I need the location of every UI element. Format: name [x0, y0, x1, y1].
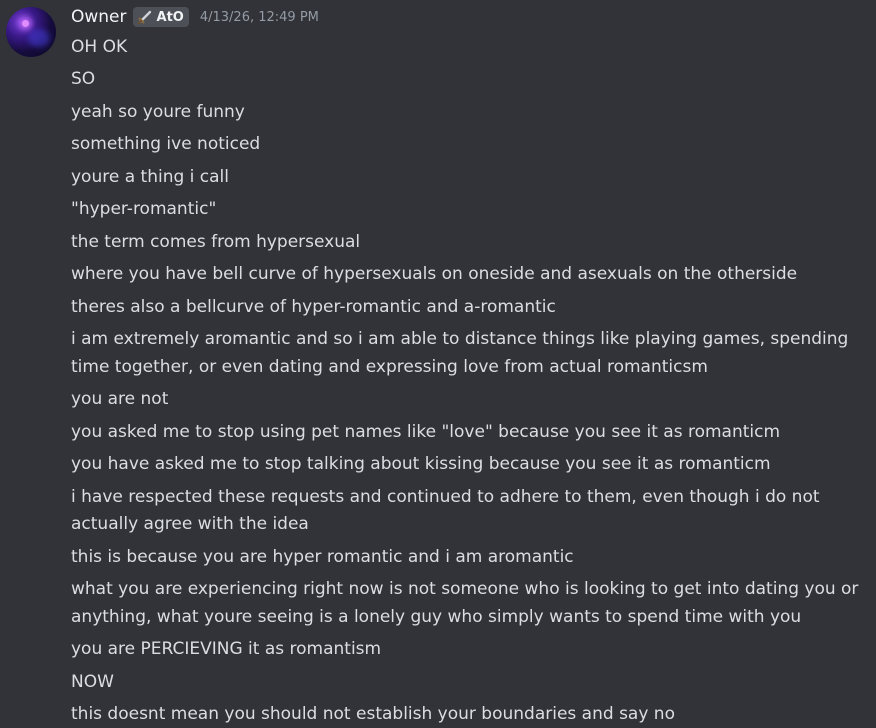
message-line: OH OK: [71, 36, 128, 57]
message-line: SO: [71, 69, 96, 89]
message-line: i have respected these requests and cont…: [71, 486, 820, 535]
message-line: this doesnt mean you should not establis…: [71, 704, 675, 724]
role-tag-label: AtO: [156, 9, 184, 25]
avatar-spark: [22, 20, 29, 27]
message-line: something ive noticed: [71, 134, 261, 154]
message-line: this is because you are hyper romantic a…: [71, 546, 574, 567]
message-line: i am extremely aromantic and so i am abl…: [71, 329, 849, 377]
message-line: youre a thing i call: [71, 166, 230, 187]
message-line: yeah so youre funny: [71, 101, 245, 122]
message-line: NOW: [71, 671, 114, 692]
chat-message: Owner AtO 4/13/26, 12:49 PM OH OK SO yeah …: [0, 0, 876, 728]
message-header: Owner AtO 4/13/26, 12:49 PM: [71, 5, 319, 29]
sword-icon: [137, 10, 151, 24]
role-tag[interactable]: AtO: [132, 7, 189, 27]
author-name[interactable]: Owner: [71, 7, 127, 27]
avatar[interactable]: [6, 7, 56, 57]
message-line: the term comes from hypersexual: [71, 231, 361, 252]
message-line: where you have bell curve of hypersexual…: [71, 264, 798, 284]
message-line: what you are experiencing right now is n…: [71, 579, 859, 627]
message-body: OH OK SO yeah so youre funny something ive …: [71, 31, 870, 728]
message-line: you asked me to stop using pet names lik…: [71, 421, 781, 442]
message-line: you are PERCIEVING it as romantism: [71, 639, 382, 659]
message-line: you have asked me to stop talking about …: [71, 454, 771, 474]
timestamp[interactable]: 4/13/26, 12:49 PM: [200, 10, 319, 25]
message-line: "hyper-romantic": [71, 199, 217, 219]
avatar-glow: [28, 29, 50, 47]
message-line: you are not: [71, 389, 169, 409]
message-line: theres also a bellcurve of hyper-romanti…: [71, 296, 556, 317]
